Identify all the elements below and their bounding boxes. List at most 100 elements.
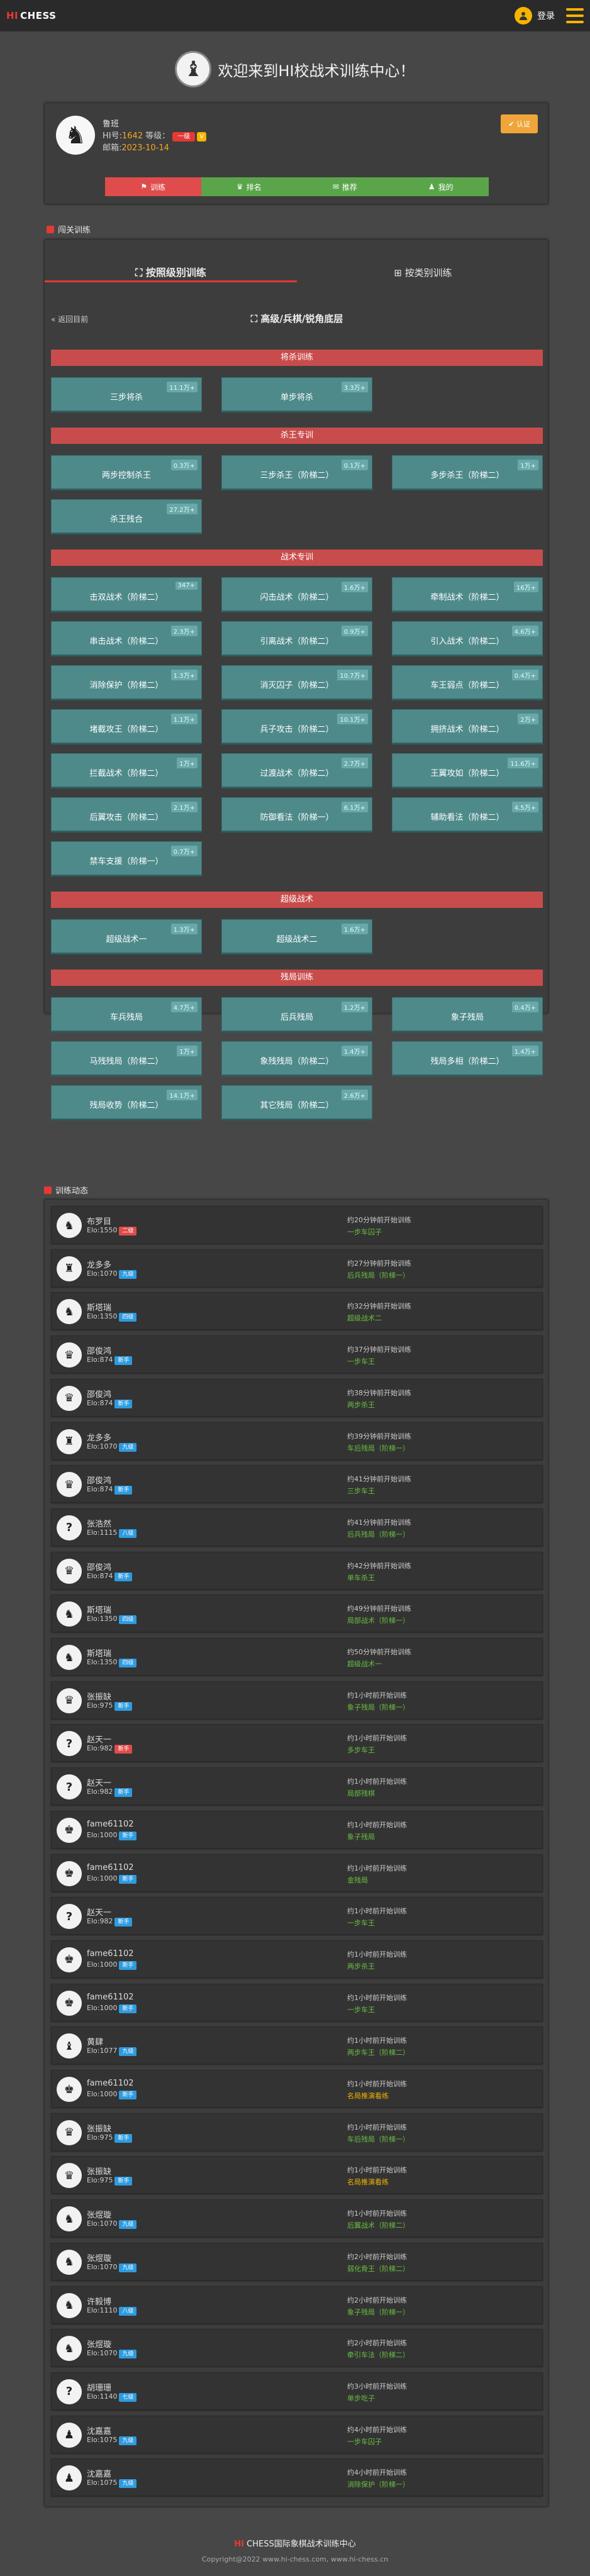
training-card[interactable]: 1.1万+ 堵截攻王（阶梯二） [51, 709, 202, 744]
training-card[interactable]: 0.4万+ 象子残局 [392, 997, 543, 1032]
training-card[interactable]: 1.3万+ 超级战术一 [51, 919, 202, 954]
puzzle-link[interactable]: 单车杀王 [347, 1573, 375, 1583]
puzzle-link[interactable]: 多步车王 [347, 1745, 375, 1755]
puzzle-link[interactable]: 后翼战术（阶梯二） [347, 2220, 409, 2230]
feed-row[interactable]: ♟ 沈嘉嘉 Elo:1075 九级 约4小时前开始训练 消除保护（阶梯一） [51, 2458, 543, 2497]
puzzle-link[interactable]: 后兵残局（阶梯一） [347, 1529, 409, 1539]
feed-row[interactable]: ♛ 邵俊鸿 Elo:874 新手 约38分钟前开始训练 两步杀王 [51, 1378, 543, 1417]
training-card[interactable]: 1万+ 多步杀王（阶梯二） [392, 455, 543, 490]
feed-row[interactable]: ♚ fame61102 Elo:1000 新手 约1小时前开始训练 名局推演看练 [51, 2070, 543, 2108]
feed-row[interactable]: ♛ 邵俊鸿 Elo:874 新手 约42分钟前开始训练 单车杀王 [51, 1551, 543, 1589]
training-card[interactable]: 0.7万+ 禁车支援（阶梯一） [51, 841, 202, 876]
feed-row[interactable]: ? 赵天一 Elo:982 新手 约1小时前开始训练 一步车王 [51, 1897, 543, 1935]
puzzle-link[interactable]: 两步车王（阶梯二） [347, 2047, 409, 2057]
training-card[interactable]: 11.6万+ 王翼攻如（阶梯二） [392, 753, 543, 788]
puzzle-link[interactable]: 一步车王 [347, 1918, 375, 1928]
training-card[interactable]: 3.3万+ 单步将杀 [221, 377, 372, 412]
puzzle-link[interactable]: 金残局 [347, 1875, 368, 1885]
training-card[interactable]: 1万+ 马残残局（阶梯二） [51, 1041, 202, 1076]
feed-row[interactable]: ? 胡珊珊 Elo:1140 七级 约3小时前开始训练 单步吃子 [51, 2372, 543, 2410]
cert-button[interactable]: ✔ 认证 [501, 114, 538, 133]
feed-row[interactable]: ♞ 张煜璇 Elo:1070 九级 约2小时前开始训练 牵引车法（阶梯二） [51, 2329, 543, 2367]
logo[interactable]: HI CHESS [6, 10, 56, 21]
feed-row[interactable]: ♛ 邵俊鸿 Elo:874 新手 约37分钟前开始训练 一步车王 [51, 1335, 543, 1374]
training-card[interactable]: 2万+ 拥挤战术（阶梯二） [392, 709, 543, 744]
feed-row[interactable]: ♚ fame61102 Elo:1000 新手 约1小时前开始训练 金残局 [51, 1854, 543, 1892]
feed-row[interactable]: ♞ 斯塔瑞 Elo:1350 四级 约50分钟前开始训练 超级战术一 [51, 1638, 543, 1676]
training-card[interactable]: 2.3万+ 串击战术（阶梯二） [51, 621, 202, 656]
puzzle-link[interactable]: 象子残局 [347, 1832, 375, 1842]
puzzle-link[interactable]: 一步车王 [347, 1356, 375, 1366]
feed-row[interactable]: ♞ 张煜璇 Elo:1070 九级 约1小时前开始训练 后翼战术（阶梯二） [51, 2199, 543, 2238]
training-card[interactable]: 11.1万+ 三步将杀 [51, 377, 202, 412]
feed-row[interactable]: ♝ 黄肆 Elo:1077 九级 约1小时前开始训练 两步车王（阶梯二） [51, 2026, 543, 2065]
feed-row[interactable]: ? 张浩然 Elo:1115 八级 约41分钟前开始训练 后兵残局（阶梯一） [51, 1508, 543, 1546]
profile-tab-3[interactable]: ♟ 我的 [392, 177, 489, 196]
feed-row[interactable]: ♚ fame61102 Elo:1000 新手 约1小时前开始训练 两步杀王 [51, 1940, 543, 1978]
puzzle-link[interactable]: 两步杀王 [347, 1961, 375, 1971]
training-card[interactable]: 1万+ 拦截战术（阶梯二） [51, 753, 202, 788]
training-card[interactable]: 1.3万+ 消除保护（阶梯二） [51, 665, 202, 700]
puzzle-link[interactable]: 一步车囚子 [347, 1227, 382, 1237]
menu-icon[interactable] [566, 8, 584, 23]
training-card[interactable]: 27.2万+ 杀王残合 [51, 499, 202, 534]
training-card[interactable]: 4.6万+ 引入战术（阶梯二） [392, 621, 543, 656]
training-card[interactable]: 2.6万+ 其它残局（阶梯二） [221, 1085, 372, 1120]
training-card[interactable]: 6.1万+ 防御看法（阶梯一） [221, 797, 372, 832]
puzzle-link[interactable]: 消除保护（阶梯一） [347, 2479, 409, 2489]
tab-by-category[interactable]: ⊞ 按类别训练 [297, 263, 549, 282]
training-card[interactable]: 0.3万+ 两步控制杀王 [51, 455, 202, 490]
puzzle-link[interactable]: 后兵残局（阶梯一） [347, 1270, 409, 1280]
feed-row[interactable]: ♞ 张煜璇 Elo:1070 九级 约2小时前开始训练 弱化骨王（阶梯二） [51, 2242, 543, 2280]
puzzle-link[interactable]: 牵引车法（阶梯二） [347, 2350, 409, 2360]
feed-row[interactable]: ? 赵天一 Elo:982 新手 约1小时前开始训练 多步车王 [51, 1724, 543, 1762]
puzzle-link[interactable]: 车后残局（阶梯一） [347, 2134, 409, 2144]
feed-row[interactable]: ♞ 布罗目 Elo:1550 二级 约20分钟前开始训练 一步车囚子 [51, 1206, 543, 1244]
feed-row[interactable]: ♛ 张振缺 Elo:975 新手 约1小时前开始训练 名局推演看练 [51, 2156, 543, 2194]
puzzle-link[interactable]: 三步车王 [347, 1486, 375, 1496]
feed-row[interactable]: ♛ 邵俊鸿 Elo:874 新手 约41分钟前开始训练 三步车王 [51, 1465, 543, 1503]
training-card[interactable]: 0.4万+ 车王弱点（阶梯二） [392, 665, 543, 700]
puzzle-link[interactable]: 名局推演看练 [347, 2177, 389, 2187]
puzzle-link[interactable]: 单步吃子 [347, 2393, 375, 2403]
puzzle-link[interactable]: 两步杀王 [347, 1400, 375, 1410]
feed-row[interactable]: ♞ 斯塔瑞 Elo:1350 四级 约49分钟前开始训练 局部战术（阶梯一） [51, 1595, 543, 1633]
training-card[interactable]: 0.1万+ 三步杀王（阶梯二） [221, 455, 372, 490]
profile-tab-1[interactable]: ♛ 排名 [201, 177, 297, 196]
training-card[interactable]: 1.6万+ 超级战术二 [221, 919, 372, 954]
training-card[interactable]: 1.6万+ 闪击战术（阶梯二） [221, 577, 372, 612]
training-card[interactable]: 4.5万+ 辅助看法（阶梯二） [392, 797, 543, 832]
puzzle-link[interactable]: 局部残棋 [347, 1788, 375, 1798]
training-card[interactable]: 1.4万+ 象残残局（阶梯二） [221, 1041, 372, 1076]
feed-row[interactable]: ♜ 龙多多 Elo:1070 九级 约39分钟前开始训练 车后残局（阶梯一） [51, 1422, 543, 1460]
tab-by-level[interactable]: ⛶ 按照级别训练 [45, 263, 297, 282]
feed-row[interactable]: ♛ 张振缺 Elo:975 新手 约1小时前开始训练 象子残局（阶梯一） [51, 1681, 543, 1719]
feed-row[interactable]: ♛ 张振缺 Elo:975 新手 约1小时前开始训练 车后残局（阶梯一） [51, 2113, 543, 2151]
feed-row[interactable]: ♞ 斯塔瑞 Elo:1350 四级 约32分钟前开始训练 超级战术二 [51, 1292, 543, 1330]
profile-tab-0[interactable]: ⚑ 训练 [105, 177, 201, 196]
feed-row[interactable]: ♜ 龙多多 Elo:1070 九级 约27分钟前开始训练 后兵残局（阶梯一） [51, 1249, 543, 1287]
profile-tab-2[interactable]: ✉ 推荐 [297, 177, 393, 196]
puzzle-link[interactable]: 名局推演看练 [347, 2091, 389, 2101]
feed-row[interactable]: ♞ 许毅博 Elo:1110 八级 约2小时前开始训练 象子残局（阶梯一） [51, 2286, 543, 2324]
puzzle-link[interactable]: 局部战术（阶梯一） [347, 1615, 409, 1625]
puzzle-link[interactable]: 超级战术二 [347, 1313, 382, 1323]
training-card[interactable]: 10.1万+ 兵子攻击（阶梯二） [221, 709, 372, 744]
training-card[interactable]: 2.1万+ 后翼攻击（阶梯二） [51, 797, 202, 832]
puzzle-link[interactable]: 超级战术一 [347, 1659, 382, 1669]
training-card[interactable]: 16万+ 牵制战术（阶梯二） [392, 577, 543, 612]
puzzle-link[interactable]: 弱化骨王（阶梯二） [347, 2264, 409, 2274]
training-card[interactable]: 14.1万+ 残局收势（阶梯二） [51, 1085, 202, 1120]
feed-row[interactable]: ♚ fame61102 Elo:1000 新手 约1小时前开始训练 象子残局 [51, 1810, 543, 1849]
training-card[interactable]: 1.4万+ 残局多相（阶梯二） [392, 1041, 543, 1076]
training-card[interactable]: 0.9万+ 引离战术（阶梯二） [221, 621, 372, 656]
feed-row[interactable]: ♚ fame61102 Elo:1000 新手 约1小时前开始训练 一步车王 [51, 1983, 543, 2021]
puzzle-link[interactable]: 一步车王 [347, 2004, 375, 2015]
training-card[interactable]: 347+ 击双战术（阶梯二） [51, 577, 202, 612]
puzzle-link[interactable]: 象子残局（阶梯一） [347, 2307, 409, 2317]
puzzle-link[interactable]: 车后残局（阶梯一） [347, 1443, 409, 1453]
feed-row[interactable]: ? 赵天一 Elo:982 新手 约1小时前开始训练 局部残棋 [51, 1767, 543, 1806]
user-icon[interactable] [515, 7, 532, 25]
training-card[interactable]: 1.2万+ 后兵残局 [221, 997, 372, 1032]
training-card[interactable]: 2.7万+ 过渡战术（阶梯二） [221, 753, 372, 788]
